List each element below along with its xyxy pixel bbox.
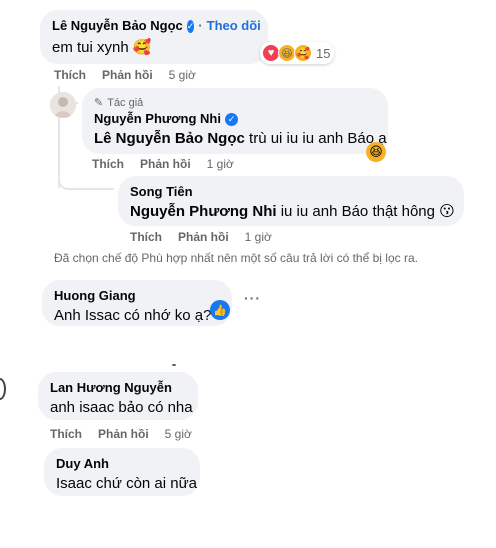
- comment-bubble-5: Lan Hương Nguyễn anh isaac bảo có nha: [38, 372, 198, 420]
- comment-time[interactable]: 1 giờ: [207, 157, 234, 171]
- comment-author-row: Song Tiên: [130, 184, 452, 200]
- pen-icon: ✎: [94, 97, 104, 109]
- comment-text: em tui xynh 🥰: [52, 38, 256, 58]
- comment-time[interactable]: 1 giờ: [245, 230, 272, 244]
- verified-badge-icon: ✓: [225, 112, 238, 126]
- comment-text: Nguyễn Phương Nhi iu iu anh Báo thật hôn…: [130, 202, 455, 222]
- comment-author-row: Huong Giang: [54, 288, 220, 304]
- comment-text-content: trù ui iu iu anh Báo ạ: [249, 130, 387, 147]
- comment-actions-2: Thích Phản hồi 1 giờ: [92, 157, 234, 171]
- comment-bubble-1: Lê Nguyễn Bảo Ngọc ✓ · Theo dõi em tui x…: [40, 10, 268, 64]
- reply-button[interactable]: Phản hồi: [178, 230, 229, 244]
- thread-connector: [58, 170, 114, 190]
- comment-actions-5: Thích Phản hồi 5 giờ: [50, 427, 192, 441]
- reply-button[interactable]: Phản hồi: [102, 68, 153, 82]
- comment-text: anh isaac bảo có nha: [50, 399, 193, 416]
- comment-author-name[interactable]: Song Tiên: [130, 184, 193, 200]
- comment-time[interactable]: 5 giờ: [169, 68, 196, 82]
- comment-text: Anh Issac có nhớ ko ạ?: [54, 307, 212, 324]
- separator-dot: ·: [198, 18, 203, 33]
- mention-link[interactable]: Nguyễn Phương Nhi: [130, 203, 277, 220]
- comment-bubble-3: Song Tiên Nguyễn Phương Nhi iu iu anh Bá…: [118, 176, 464, 226]
- like-reaction-icon[interactable]: 👍: [210, 300, 230, 320]
- comment-bubble-2: ✎ Tác giả Nguyễn Phương Nhi ✓ Lê Nguyễn …: [82, 88, 388, 154]
- filter-notice: Đã chọn chế độ Phù hợp nhất nên một số c…: [54, 251, 418, 265]
- comment-text: Isaac chứ còn ai nữa: [56, 475, 197, 492]
- comment-time[interactable]: 5 giờ: [165, 427, 192, 441]
- like-button[interactable]: Thích: [130, 230, 162, 244]
- reaction-count: 15: [316, 45, 331, 61]
- comment-bubble-4: Huong Giang Anh Issac có nhớ ko ạ?: [42, 280, 232, 326]
- avatar[interactable]: [50, 92, 76, 118]
- comment-author-name[interactable]: Huong Giang: [54, 288, 136, 304]
- divider: [172, 364, 176, 366]
- reply-button[interactable]: Phản hồi: [140, 157, 191, 171]
- comment-author-name[interactable]: Lan Hương Nguyễn: [50, 380, 172, 396]
- comment-text-content: iu iu anh Báo thật hông: [280, 203, 435, 220]
- love-face-reaction-icon: 🥰: [294, 44, 312, 62]
- kissing-face-emoji-icon: 😗: [439, 203, 455, 220]
- comment-author-row: Duy Anh: [56, 456, 188, 472]
- author-badge-label: Tác giả: [107, 96, 144, 109]
- comment-text: Lê Nguyễn Bảo Ngọc trù ui iu iu anh Báo …: [94, 129, 387, 149]
- comment-author-row: Nguyễn Phương Nhi ✓: [94, 111, 376, 127]
- comment-bubble-6: Duy Anh Isaac chứ còn ai nữa: [44, 448, 200, 496]
- comment-text-content: em tui xynh: [52, 39, 129, 56]
- comment-author-name[interactable]: Duy Anh: [56, 456, 109, 472]
- avatar-image-icon: [50, 92, 76, 118]
- laughing-reaction-icon[interactable]: 😆: [366, 142, 386, 162]
- like-button[interactable]: Thích: [92, 157, 124, 171]
- comment-author-row: Lê Nguyễn Bảo Ngọc ✓ · Theo dõi: [52, 18, 261, 34]
- author-badge: ✎ Tác giả: [94, 96, 376, 110]
- like-button[interactable]: Thích: [54, 68, 86, 82]
- follow-link[interactable]: Theo dõi: [207, 18, 261, 34]
- reply-button[interactable]: Phản hồi: [98, 427, 149, 441]
- comment-author-name[interactable]: Lê Nguyễn Bảo Ngọc: [52, 18, 183, 34]
- comment-actions-3: Thích Phản hồi 1 giờ: [130, 230, 272, 244]
- comment-author-row: Lan Hương Nguyễn: [50, 380, 186, 396]
- reaction-summary[interactable]: ♥ 😆 🥰 15: [260, 42, 335, 64]
- mention-link[interactable]: Lê Nguyễn Bảo Ngọc: [94, 130, 245, 147]
- smiling-hearts-emoji-icon: 🥰: [132, 39, 152, 56]
- comment-author-name[interactable]: Nguyễn Phương Nhi: [94, 111, 221, 127]
- like-button[interactable]: Thích: [50, 427, 82, 441]
- partial-avatar: [0, 378, 6, 400]
- more-options-icon[interactable]: ···: [244, 290, 261, 306]
- comment-actions-1: Thích Phản hồi 5 giờ: [54, 68, 196, 82]
- verified-badge-icon: ✓: [186, 19, 195, 33]
